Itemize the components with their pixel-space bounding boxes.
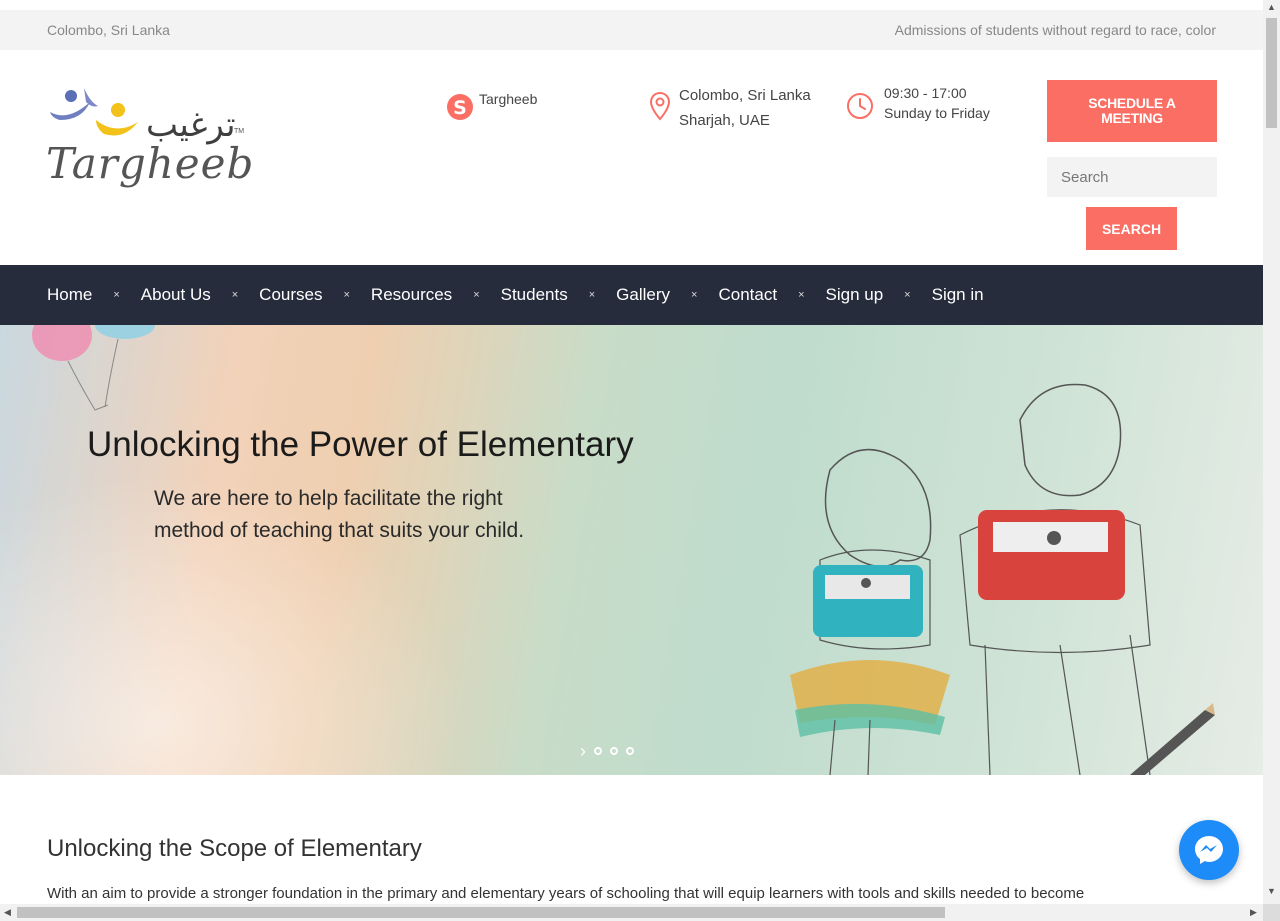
- nav-item-contact[interactable]: Contact: [718, 285, 777, 305]
- chevron-right-icon[interactable]: ›: [580, 742, 586, 760]
- search-button[interactable]: SEARCH: [1086, 207, 1177, 250]
- section-body: With an aim to provide a stronger founda…: [47, 885, 1085, 902]
- topbar-location: Colombo, Sri Lanka: [47, 22, 170, 38]
- schedule-meeting-button[interactable]: SCHEDULE A MEETING: [1047, 80, 1217, 142]
- nav-item-students[interactable]: Students: [501, 285, 568, 305]
- nav-separator: ×: [588, 289, 596, 301]
- nav-separator: ×: [231, 289, 239, 301]
- topbar-notice: Admissions of students without regard to…: [894, 22, 1216, 38]
- hours-line-2: Sunday to Friday: [884, 105, 990, 121]
- scroll-up-icon[interactable]: ▲: [1267, 2, 1276, 12]
- nav-separator: ×: [691, 289, 698, 301]
- logo-trademark: TM: [234, 128, 245, 135]
- nav-item-home[interactable]: Home: [47, 285, 92, 305]
- hours-line-1: 09:30 - 17:00: [884, 85, 967, 101]
- nav-separator: ×: [904, 289, 911, 301]
- section-title: Unlocking the Scope of Elementary: [47, 835, 422, 862]
- nav-item-courses[interactable]: Courses: [259, 285, 322, 305]
- horizontal-scrollbar[interactable]: ◀ ▶: [0, 904, 1263, 921]
- skype-label: Targheeb: [479, 91, 538, 107]
- svg-text:S: S: [453, 97, 467, 119]
- scrollbar-corner: [1263, 904, 1280, 921]
- schedule-meeting-label: SCHEDULE A MEETING: [1088, 95, 1176, 126]
- nav-separator: ×: [113, 289, 120, 301]
- slider-dot[interactable]: [594, 747, 602, 755]
- site-logo[interactable]: ترغيب Targheeb TM: [46, 84, 253, 199]
- nav-item-resources[interactable]: Resources: [371, 285, 452, 305]
- logo-wordmark: Targheeb: [46, 139, 255, 188]
- address-line-1: Colombo, Sri Lanka: [679, 87, 811, 104]
- nav-separator: ×: [473, 289, 480, 301]
- hero-subtitle: We are here to help facilitate the right…: [154, 487, 525, 542]
- hero-illustration: [32, 325, 1215, 775]
- clock-icon: [847, 93, 873, 119]
- intro-section: Unlocking the Scope of Elementary With a…: [47, 835, 1217, 902]
- vertical-scroll-thumb[interactable]: [1266, 18, 1277, 128]
- scroll-right-icon[interactable]: ▶: [1250, 907, 1257, 918]
- skype-icon: S: [447, 94, 473, 120]
- nav-item-sign-in[interactable]: Sign in: [932, 285, 984, 305]
- vertical-scrollbar[interactable]: ▲ ▼: [1263, 0, 1280, 904]
- main-nav: Home × About Us × Courses × Resources × …: [0, 265, 1263, 325]
- scroll-down-icon[interactable]: ▼: [1267, 886, 1276, 896]
- map-pin-icon: [649, 91, 671, 121]
- messenger-icon: [1195, 836, 1223, 864]
- nav-separator: ×: [343, 289, 350, 301]
- slider-dot[interactable]: [626, 747, 634, 755]
- top-bar: Colombo, Sri Lanka Admissions of student…: [0, 10, 1263, 50]
- nav-item-gallery[interactable]: Gallery: [616, 285, 670, 305]
- slider-controls: ›: [580, 742, 634, 760]
- nav-item-sign-up[interactable]: Sign up: [826, 285, 884, 305]
- address-line-2: Sharjah, UAE: [679, 112, 770, 129]
- scroll-left-icon[interactable]: ◀: [4, 907, 11, 918]
- hero-title: Unlocking the Power of Elementary: [87, 425, 634, 464]
- search-input[interactable]: [1047, 157, 1217, 197]
- nav-separator: ×: [798, 289, 805, 301]
- slider-dot[interactable]: [610, 747, 618, 755]
- horizontal-scroll-thumb[interactable]: [17, 907, 945, 918]
- nav-item-about-us[interactable]: About Us: [141, 285, 211, 305]
- hero-slider[interactable]: Unlocking the Power of Elementary We are…: [0, 325, 1263, 775]
- messenger-button[interactable]: [1179, 820, 1239, 880]
- site-header: ترغيب Targheeb TM S Targheeb Colombo, Sr…: [0, 50, 1263, 265]
